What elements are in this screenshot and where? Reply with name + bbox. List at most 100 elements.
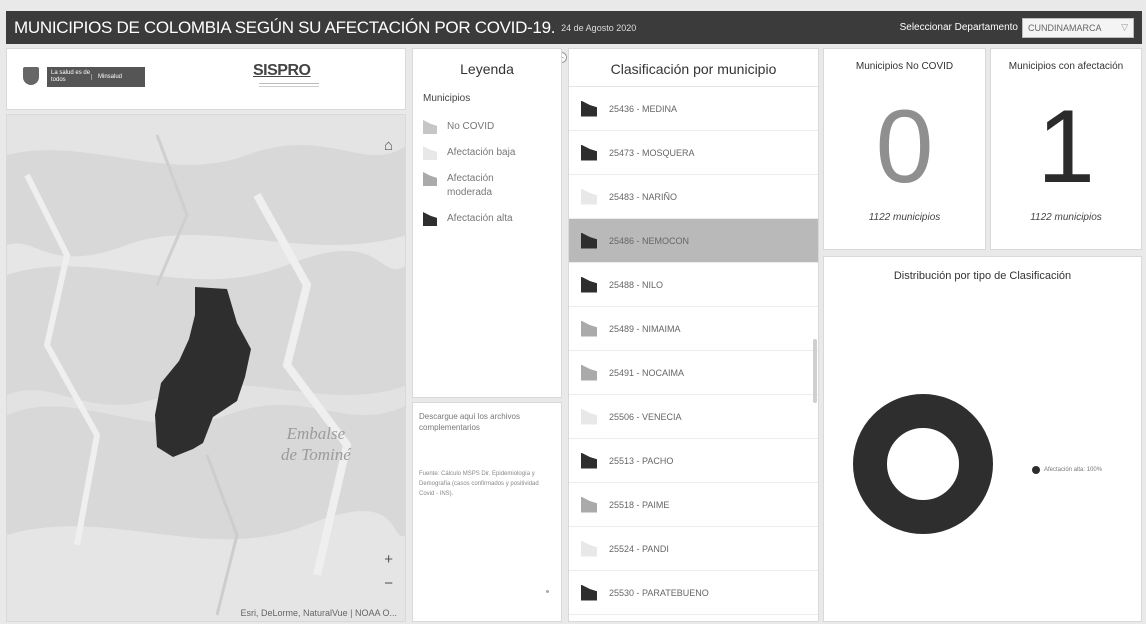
map-view[interactable]: ⌂ Embalse de Tominé + − Esri, DeLorme, N… xyxy=(6,114,406,622)
legend-item-label: Afectación alta xyxy=(447,213,513,224)
list-item-label: 25486 - NEMOCON xyxy=(609,235,690,246)
kpi-value: 0 xyxy=(875,89,934,205)
flag-icon xyxy=(423,172,437,186)
list-item-label: 25518 - PAIME xyxy=(609,499,670,510)
dashboard: MUNICIPIOS DE COLOMBIA SEGÚN SU AFECTACI… xyxy=(0,0,1146,624)
flag-icon xyxy=(581,320,597,337)
gov-slogan: La salud es de todos xyxy=(51,70,91,83)
donut-legend: Afectación alta: 100% xyxy=(1032,466,1102,474)
flag-icon xyxy=(423,146,437,160)
download-panel: Descargue aquí los archivos complementar… xyxy=(412,402,562,622)
dashboard-title: MUNICIPIOS DE COLOMBIA SEGÚN SU AFECTACI… xyxy=(14,17,556,37)
list-item[interactable]: 25473 - MOSQUERA xyxy=(569,131,818,175)
list-item[interactable]: 25436 - MEDINA xyxy=(569,87,818,131)
home-icon[interactable]: ⌂ xyxy=(384,137,393,154)
list-item-label: 25436 - MEDINA xyxy=(609,103,678,114)
flag-icon xyxy=(581,276,597,293)
list-item[interactable]: 25489 - NIMAIMA xyxy=(569,307,818,351)
zoom-out-button[interactable]: − xyxy=(384,575,393,592)
list-item-label: 25530 - PARATEBUENO xyxy=(609,587,709,598)
list-item[interactable]: 25506 - VENECIA xyxy=(569,395,818,439)
kpi-afectacion: Municipios con afectación 1 1122 municip… xyxy=(990,48,1142,250)
donut-slice-afectación-alta[interactable] xyxy=(853,394,993,534)
flag-icon xyxy=(423,120,437,134)
legend-panel: Leyenda Municipios No COVID Afectación b… xyxy=(412,48,562,398)
kpi-footnote: 1122 municipios xyxy=(868,212,941,223)
header-bar: MUNICIPIOS DE COLOMBIA SEGÚN SU AFECTACI… xyxy=(6,11,1142,44)
flag-icon xyxy=(581,232,597,249)
list-item-label: 25506 - VENECIA xyxy=(609,411,682,422)
list-item[interactable]: 25524 - PANDI xyxy=(569,527,818,571)
list-item[interactable]: 25513 - PACHO xyxy=(569,439,818,483)
logo-panel: La salud es de todos Minsalud SISPRO xyxy=(6,48,406,110)
chevron-down-icon: ▽ xyxy=(1121,22,1128,32)
legend-item-label: Afectación baja xyxy=(447,147,516,158)
list-item-label: 25483 - NARIÑO xyxy=(609,191,678,202)
flag-icon xyxy=(581,496,597,513)
list-item-label: 25513 - PACHO xyxy=(609,455,674,466)
donut-chart xyxy=(853,394,993,534)
list-item-label: 25473 - MOSQUERA xyxy=(609,147,695,158)
map-water-label-line1: Embalse xyxy=(286,424,346,443)
legend-item-label: Afectación moderada xyxy=(447,173,494,198)
flag-icon xyxy=(581,540,597,557)
download-link[interactable]: Descargue aquí los archivos complementar… xyxy=(419,411,555,433)
flag-icon xyxy=(581,408,597,425)
list-item-label: 25489 - NIMAIMA xyxy=(609,323,681,334)
donut-title: Distribución por tipo de Clasificación xyxy=(893,270,1072,282)
list-item-label: 25524 - PANDI xyxy=(609,543,669,554)
legend-title: Leyenda xyxy=(460,61,514,77)
coat-of-arms-icon xyxy=(23,67,39,85)
kpi-footnote: 1122 municipios xyxy=(1030,212,1102,223)
list-item[interactable]: 25486 - NEMOCON xyxy=(569,219,818,263)
data-source-note: Fuente: Cálculo MSPS Dir. Epidemiología … xyxy=(419,471,539,497)
flag-icon xyxy=(423,212,437,226)
flag-icon xyxy=(581,364,597,381)
legend-subtitle: Municipios xyxy=(423,93,471,104)
report-date: 24 de Agosto 2020 xyxy=(561,22,637,33)
map-basemap xyxy=(7,115,405,621)
flag-icon xyxy=(581,452,597,469)
kpi-title: Municipios No COVID xyxy=(855,61,954,72)
kpi-title: Municipios con afectación xyxy=(1008,61,1124,72)
map-water-label-line2: de Tominé xyxy=(281,445,351,464)
kpi-value: 1 xyxy=(1037,89,1095,205)
legend-item: Afectación baja xyxy=(423,146,561,160)
gov-ministry: Minsalud xyxy=(91,74,122,80)
flag-icon xyxy=(581,584,597,601)
scroll-indicator xyxy=(546,590,549,593)
classification-donut-panel: Distribución por tipo de Clasificación A… xyxy=(823,256,1142,622)
sispro-logo: SISPRO xyxy=(253,62,311,79)
list-title: Clasificación por municipio xyxy=(569,49,818,87)
municipality-list: 25436 - MEDINA 25473 - MOSQUERA 25483 - … xyxy=(569,87,818,615)
list-item-label: 25488 - NILO xyxy=(609,279,664,290)
kpi-no-covid: Municipios No COVID 0 1122 municipios xyxy=(823,48,986,250)
zoom-in-button[interactable]: + xyxy=(384,551,393,568)
legend-item: Afectación alta xyxy=(423,212,561,226)
municipality-list-panel: Clasificación por municipio 25436 - MEDI… xyxy=(568,48,819,622)
department-select-label: Seleccionar Departamento xyxy=(899,22,1018,33)
list-item[interactable]: 25518 - PAIME xyxy=(569,483,818,527)
flag-icon xyxy=(581,188,597,205)
legend-item-label: No COVID xyxy=(447,121,495,132)
minsalud-logo: La salud es de todos Minsalud xyxy=(47,67,145,87)
map-water-label: Embalse de Tominé xyxy=(281,423,351,465)
department-select-value: CUNDINAMARCA xyxy=(1028,22,1102,33)
flag-icon xyxy=(581,144,597,161)
sispro-tagline-mark xyxy=(259,83,319,87)
legend-items: No COVID Afectación baja Afectación mode… xyxy=(423,120,561,226)
legend-dot xyxy=(1032,466,1040,474)
list-item-label: 25491 - NOCAIMA xyxy=(609,367,685,378)
list-item[interactable]: 25483 - NARIÑO xyxy=(569,175,818,219)
list-item[interactable]: 25488 - NILO xyxy=(569,263,818,307)
department-filter: Seleccionar Departamento CUNDINAMARCA ▽ xyxy=(899,17,1134,38)
list-item[interactable]: 25491 - NOCAIMA xyxy=(569,351,818,395)
legend-item: No COVID xyxy=(423,120,561,134)
flag-icon xyxy=(581,100,597,117)
department-select[interactable]: CUNDINAMARCA ▽ xyxy=(1022,17,1134,38)
legend-item: Afectación moderada xyxy=(423,172,561,200)
list-item[interactable]: 25530 - PARATEBUENO xyxy=(569,571,818,615)
map-attribution[interactable]: Esri, DeLorme, NaturalVue | NOAA O... xyxy=(240,608,397,618)
donut-legend-label: Afectación alta: 100% xyxy=(1044,467,1103,473)
list-scrollbar[interactable] xyxy=(813,339,817,403)
